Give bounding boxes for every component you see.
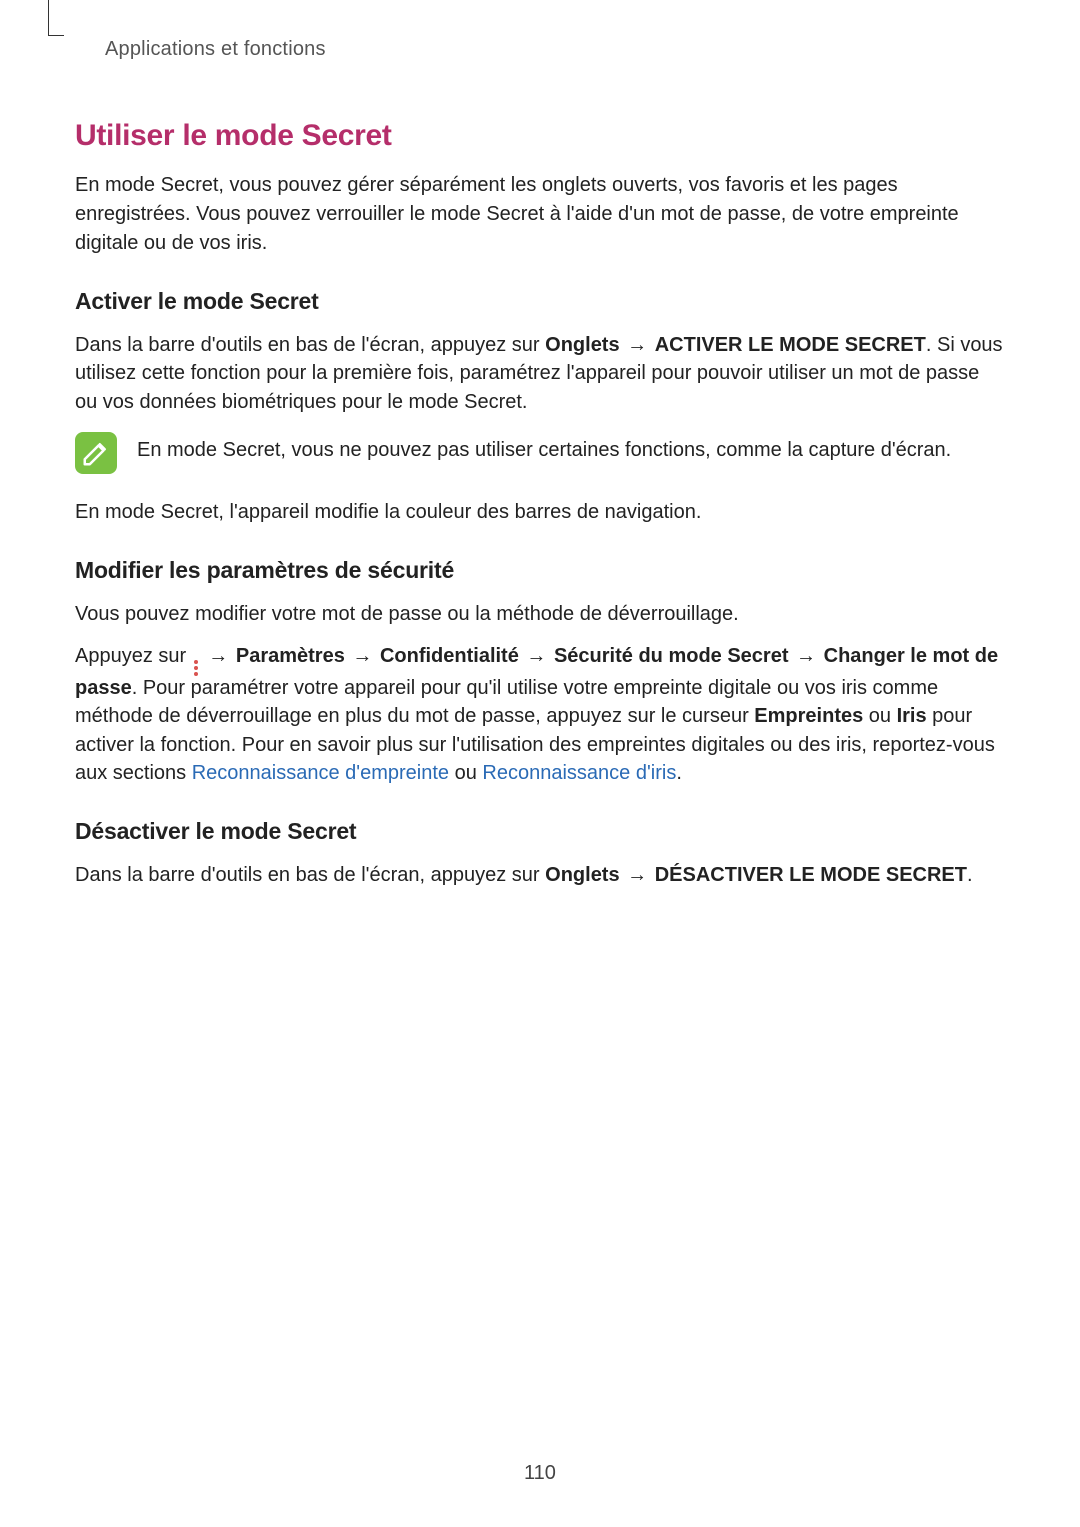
- more-menu-icon: [194, 660, 198, 676]
- bold-activer: ACTIVER LE MODE SECRET: [655, 334, 926, 356]
- arrow-icon: →: [620, 864, 655, 886]
- section-header-label: Applications et fonctions: [105, 38, 1005, 61]
- arrow-icon: →: [789, 645, 824, 667]
- security-paragraph-2: Appuyez sur → Paramètres → Confidentiali…: [75, 642, 1005, 788]
- text-fragment: .: [967, 864, 973, 886]
- section-title-activate: Activer le mode Secret: [75, 288, 1005, 315]
- activate-paragraph-2: En mode Secret, l'appareil modifie la co…: [75, 498, 1005, 526]
- arrow-icon: →: [620, 334, 655, 356]
- section-title-security: Modifier les paramètres de sécurité: [75, 557, 1005, 584]
- bold-securite: Sécurité du mode Secret: [554, 645, 789, 667]
- intro-paragraph: En mode Secret, vous pouvez gérer séparé…: [75, 171, 1005, 258]
- section-security: Modifier les paramètres de sécurité Vous…: [75, 557, 1005, 788]
- note-block: En mode Secret, vous ne pouvez pas utili…: [75, 430, 1005, 474]
- text-fragment: ou: [863, 705, 896, 727]
- text-fragment: ou: [449, 762, 482, 784]
- arrow-icon: →: [345, 645, 380, 667]
- activate-paragraph: Dans la barre d'outils en bas de l'écran…: [75, 331, 1005, 416]
- text-fragment: Dans la barre d'outils en bas de l'écran…: [75, 864, 545, 886]
- page-corner-mark: [48, 0, 64, 36]
- deactivate-paragraph: Dans la barre d'outils en bas de l'écran…: [75, 861, 1005, 889]
- text-fragment: Dans la barre d'outils en bas de l'écran…: [75, 334, 545, 356]
- note-text: En mode Secret, vous ne pouvez pas utili…: [137, 430, 951, 464]
- arrow-icon: →: [201, 645, 236, 667]
- section-title-deactivate: Désactiver le mode Secret: [75, 818, 1005, 845]
- note-icon: [75, 432, 117, 474]
- bold-onglets: Onglets: [545, 334, 619, 356]
- section-activate: Activer le mode Secret Dans la barre d'o…: [75, 288, 1005, 527]
- pencil-note-icon: [81, 438, 111, 468]
- bold-confidentialite: Confidentialité: [380, 645, 519, 667]
- arrow-icon: →: [519, 645, 554, 667]
- bold-iris: Iris: [897, 705, 927, 727]
- link-iris[interactable]: Reconnaissance d'iris: [482, 762, 676, 784]
- page-number: 110: [0, 1462, 1080, 1485]
- page-title: Utiliser le mode Secret: [75, 119, 1005, 153]
- security-paragraph-1: Vous pouvez modifier votre mot de passe …: [75, 600, 1005, 628]
- bold-parametres: Paramètres: [236, 645, 345, 667]
- section-deactivate: Désactiver le mode Secret Dans la barre …: [75, 818, 1005, 889]
- bold-desactiver: DÉSACTIVER LE MODE SECRET: [655, 864, 967, 886]
- bold-onglets: Onglets: [545, 864, 619, 886]
- bold-empreintes: Empreintes: [754, 705, 863, 727]
- text-fragment: .: [676, 762, 682, 784]
- link-empreinte[interactable]: Reconnaissance d'empreinte: [192, 762, 449, 784]
- text-fragment: Appuyez sur: [75, 645, 192, 667]
- page-content: Applications et fonctions Utiliser le mo…: [0, 0, 1080, 889]
